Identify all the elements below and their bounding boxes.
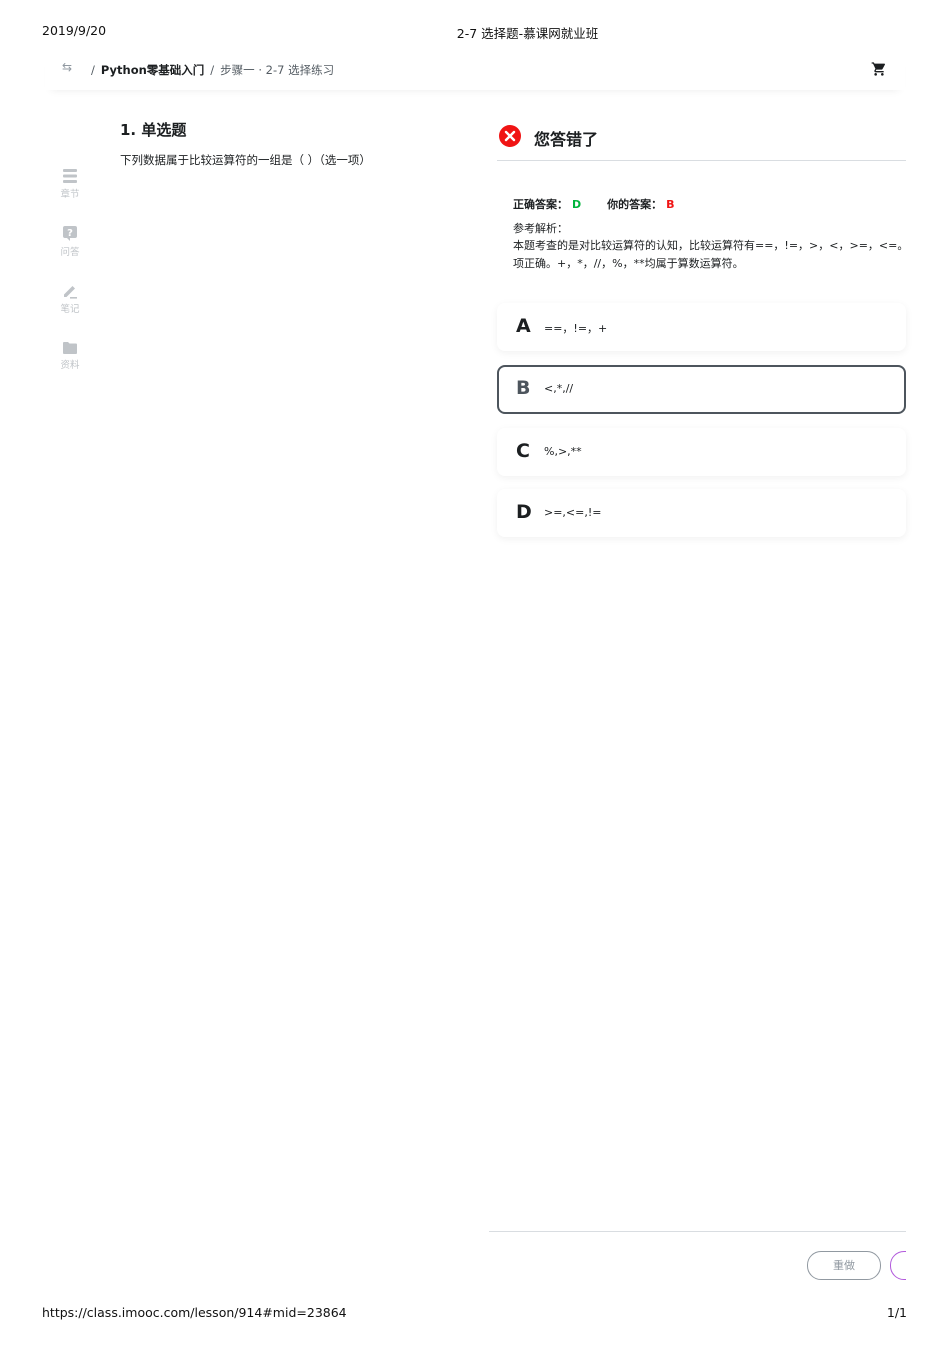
folder-icon	[63, 342, 77, 354]
top-bar: ⇆ / Python零基础入门 / 步骤一 · 2-7 选择练习	[45, 52, 905, 90]
correct-answer-label: 正确答案：	[513, 198, 568, 211]
redo-button[interactable]: 重做	[807, 1251, 881, 1280]
option-letter: A	[516, 315, 531, 337]
option-letter: C	[516, 440, 530, 462]
question-text: 下列数据属于比较运算符的一组是（ ）（选一项）	[120, 153, 371, 167]
sidebar-item-label: 资料	[60, 360, 80, 371]
question-title: 1. 单选题	[120, 121, 187, 139]
answer-summary: 正确答案： D 你的答案： B	[513, 196, 675, 212]
sidebar-item-materials[interactable]: 资料	[50, 341, 90, 371]
divider	[489, 1231, 906, 1232]
option-text: <,*,//	[544, 382, 574, 395]
switch-arrows-icon[interactable]: ⇆	[62, 60, 72, 74]
option-letter: B	[516, 377, 531, 399]
option-text: ==，!=，+	[544, 322, 608, 335]
print-page-number: 1/1	[886, 1305, 907, 1320]
explanation-label: 参考解析：	[513, 222, 568, 235]
correct-answer-value: D	[572, 198, 582, 211]
sidebar-item-qa[interactable]: ? 问答	[50, 225, 90, 258]
explanation-text: 本题考查的是对比较运算符的认知，比较运算符有==，!=，>，<，>=，<=。 项…	[513, 239, 906, 270]
next-button[interactable]	[890, 1251, 906, 1280]
sidebar-item-label: 笔记	[60, 304, 80, 315]
breadcrumb-separator: /	[210, 63, 215, 77]
divider	[497, 160, 906, 161]
option-d[interactable]: D >=,<=,!=	[497, 489, 906, 537]
sidebar-item-chapter[interactable]: 章节	[50, 168, 90, 200]
sidebar-item-label: 章节	[60, 189, 80, 200]
question-icon: ?	[63, 226, 77, 241]
print-url: https://class.imooc.com/lesson/914#mid=2…	[42, 1305, 347, 1320]
chapter-icon	[63, 169, 77, 183]
sidebar-item-label: 问答	[60, 247, 80, 258]
breadcrumb-course[interactable]: Python零基础入门	[101, 63, 204, 77]
option-letter: D	[516, 501, 532, 523]
option-text: >=,<=,!=	[544, 506, 602, 519]
breadcrumb-lesson: 步骤一 · 2-7 选择练习	[220, 63, 335, 77]
your-answer-value: B	[666, 198, 675, 211]
error-x-icon	[499, 125, 521, 147]
svg-text:?: ?	[67, 228, 73, 239]
cart-icon[interactable]	[871, 61, 887, 77]
option-text: %,>,**	[544, 445, 582, 458]
pencil-icon	[64, 286, 77, 299]
sidebar-item-notes[interactable]: 笔记	[50, 283, 90, 315]
option-a[interactable]: A ==，!=，+	[497, 303, 906, 351]
option-c[interactable]: C %,>,**	[497, 428, 906, 476]
breadcrumb-separator: /	[91, 63, 95, 77]
print-page-title: 2-7 选择题-慕课网就业班	[456, 26, 599, 41]
option-b[interactable]: B <,*,//	[497, 365, 906, 414]
breadcrumb: / Python零基础入门 / 步骤一 · 2-7 选择练习	[85, 62, 334, 78]
result-text: 您答错了	[534, 130, 599, 149]
your-answer-label: 你的答案：	[607, 198, 663, 211]
